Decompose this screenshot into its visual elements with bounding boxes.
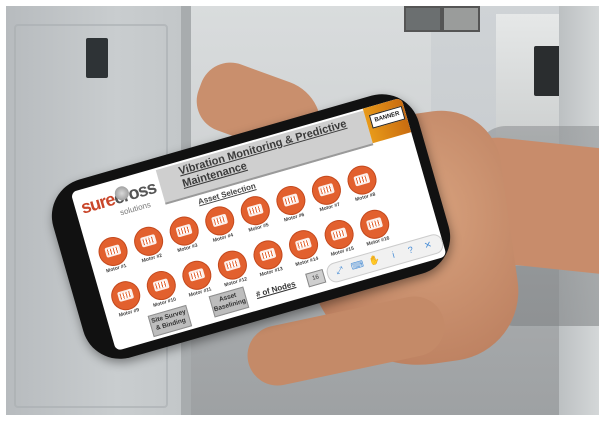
wall-frame: [404, 6, 442, 32]
keyboard-icon[interactable]: ⌨: [349, 258, 365, 273]
nodes-value[interactable]: 16: [305, 268, 327, 288]
info-icon[interactable]: i: [386, 247, 401, 262]
close-icon[interactable]: ✕: [421, 238, 436, 253]
hand-icon[interactable]: ✋: [367, 253, 382, 268]
logo-text-sure: sure: [78, 189, 117, 218]
site-survey-button[interactable]: Site Survey & Binding: [147, 304, 193, 338]
nodes-label: # of Nodes: [254, 279, 297, 300]
expand-icon[interactable]: ⤢: [332, 263, 347, 278]
help-icon[interactable]: ?: [403, 242, 418, 257]
wall-frame: [442, 6, 480, 32]
photo-background: surecross solutions Vibration Monitoring…: [6, 6, 599, 415]
surecross-logo: surecross solutions: [73, 171, 163, 233]
panel-clip: [86, 38, 108, 78]
